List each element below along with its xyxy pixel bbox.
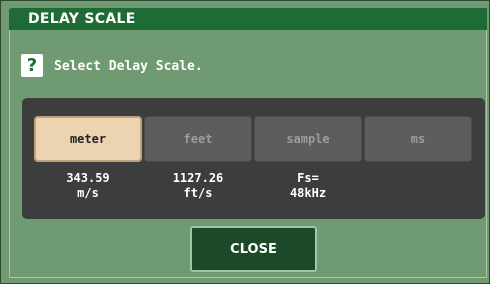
meter-info: 343.59 m/s xyxy=(34,171,142,201)
sample-button[interactable]: sample xyxy=(254,116,362,162)
ms-button[interactable]: ms xyxy=(364,116,472,162)
feet-info-unit: ft/s xyxy=(183,186,213,200)
title-bar: DELAY SCALE xyxy=(9,8,487,30)
delay-scale-dialog: DELAY SCALE ? Select Delay Scale. meter … xyxy=(0,0,490,284)
meter-info-unit: m/s xyxy=(77,186,99,200)
sample-info: Fs= 48kHz xyxy=(254,171,362,201)
sample-info-label: Fs= xyxy=(297,171,319,185)
prompt-text: Select Delay Scale. xyxy=(54,59,203,74)
close-button[interactable]: CLOSE xyxy=(190,226,317,272)
meter-info-value: 343.59 xyxy=(66,171,110,185)
feet-info: 1127.26 ft/s xyxy=(144,171,252,201)
feet-info-value: 1127.26 xyxy=(172,171,224,185)
sample-info-rate: 48kHz xyxy=(289,186,327,200)
dialog-title: DELAY SCALE xyxy=(28,11,136,27)
feet-button[interactable]: feet xyxy=(144,116,252,162)
question-icon: ? xyxy=(21,54,43,77)
meter-button[interactable]: meter xyxy=(34,116,142,162)
